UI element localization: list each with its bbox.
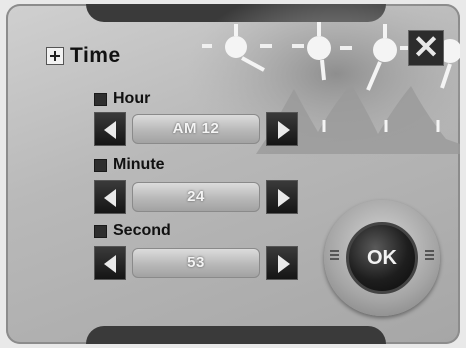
grip-right-icon [425,250,434,264]
hour-label: Hour [94,90,150,108]
minute-label-text: Minute [113,156,165,173]
minute-increment-button[interactable] [266,180,298,214]
minute-label: Minute [94,156,165,174]
arrow-left-icon [104,255,116,273]
minute-indicator-icon [94,158,107,172]
dialog-header: Time [46,44,121,68]
ok-button[interactable]: OK [346,222,418,294]
arrow-right-icon [278,189,290,207]
hour-value[interactable]: AM 12 [132,114,260,144]
close-button[interactable]: ✕ [408,30,444,66]
hour-decrement-button[interactable] [94,112,126,146]
grip-left-icon [330,250,339,264]
second-increment-button[interactable] [266,246,298,280]
hour-increment-button[interactable] [266,112,298,146]
second-label-text: Second [113,222,171,239]
plus-icon [46,47,64,65]
arrow-left-icon [104,189,116,207]
time-dialog: Time ✕ Hour AM 12 Minute 24 Second 53 OK [6,4,460,344]
minute-value[interactable]: 24 [132,182,260,212]
second-spinner: 53 [94,246,304,280]
ok-control: OK [324,200,440,316]
second-label: Second [94,222,171,240]
arrow-left-icon [104,121,116,139]
hour-label-text: Hour [113,90,151,107]
arrow-right-icon [278,121,290,139]
second-decrement-button[interactable] [94,246,126,280]
arrow-right-icon [278,255,290,273]
minute-spinner: 24 [94,180,304,214]
dialog-title: Time [70,44,121,67]
hour-spinner: AM 12 [94,112,304,146]
close-icon: ✕ [412,29,440,65]
minute-decrement-button[interactable] [94,180,126,214]
hour-indicator-icon [94,92,107,106]
second-indicator-icon [94,224,107,238]
second-value[interactable]: 53 [132,248,260,278]
